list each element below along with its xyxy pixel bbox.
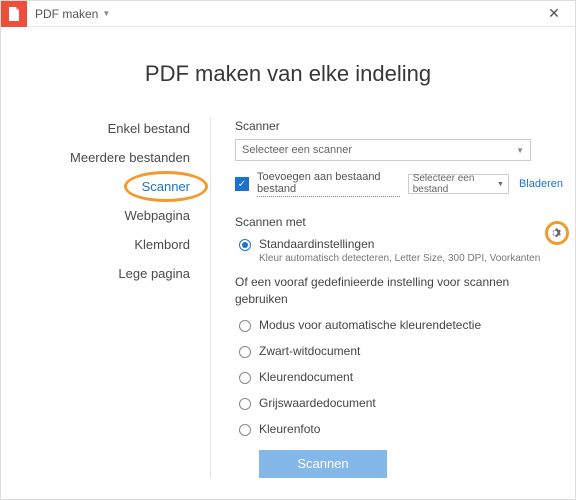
radio-input[interactable] [239, 239, 251, 251]
radio-input[interactable] [239, 320, 251, 332]
browse-link[interactable]: Bladeren [519, 178, 563, 190]
sidebar-item-clipboard[interactable]: Klembord [134, 237, 190, 252]
radio-preset-color-doc[interactable]: Kleurendocument [235, 370, 563, 384]
settings-button[interactable] [545, 221, 569, 245]
radio-label: Modus voor automatische kleurendetectie [259, 318, 481, 332]
radio-label: Zwart-witdocument [259, 344, 360, 358]
titlebar: PDF maken ▼ ✕ [1, 1, 575, 27]
sidebar-item-label: Scanner [142, 179, 190, 194]
sidebar-item-label: Meerdere bestanden [70, 150, 190, 165]
window-title-text: PDF maken [35, 7, 98, 21]
sidebar-item-multiple-files[interactable]: Meerdere bestanden [70, 150, 190, 165]
pdf-icon [6, 6, 22, 22]
scanner-panel: Scanner Selecteer een scanner ▼ ✓ Toevoe… [211, 117, 563, 478]
chevron-down-icon: ▼ [516, 146, 524, 155]
radio-label: Kleurenfoto [259, 422, 320, 436]
scanner-field-label: Scanner [235, 119, 563, 133]
scan-button-label: Scannen [297, 456, 348, 471]
app-icon [1, 1, 27, 27]
predefined-text: Of een vooraf gedefinieerde instelling v… [235, 274, 563, 308]
close-icon: ✕ [548, 5, 560, 22]
content: Enkel bestand Meerdere bestanden Scanner… [1, 117, 575, 478]
sidebar-item-blank-page[interactable]: Lege pagina [118, 266, 190, 281]
sidebar-item-scanner[interactable]: Scanner [142, 179, 190, 194]
chevron-down-icon: ▼ [102, 9, 110, 18]
radio-input[interactable] [239, 424, 251, 436]
radio-input[interactable] [239, 398, 251, 410]
window-title[interactable]: PDF maken ▼ [35, 7, 110, 21]
radio-label: Grijswaardedocument [259, 396, 376, 410]
radio-preset-grayscale[interactable]: Grijswaardedocument [235, 396, 563, 410]
radio-input[interactable] [239, 372, 251, 384]
append-label: Toevoegen aan bestaand bestand [257, 171, 400, 197]
radio-label: Kleurendocument [259, 370, 353, 384]
file-select-value: Selecteer een bestand [413, 173, 497, 195]
sidebar-item-webpage[interactable]: Webpagina [124, 208, 190, 223]
radio-preset-color-photo[interactable]: Kleurenfoto [235, 422, 563, 436]
sidebar-item-label: Lege pagina [118, 266, 190, 281]
check-icon: ✓ [238, 179, 246, 190]
radio-default-settings[interactable]: Standaardinstellingen Kleur automatisch … [235, 237, 563, 264]
sidebar: Enkel bestand Meerdere bestanden Scanner… [1, 117, 211, 478]
sidebar-item-label: Enkel bestand [108, 121, 190, 136]
scanner-select-value: Selecteer een scanner [242, 144, 352, 156]
radio-label: Standaardinstellingen [259, 237, 540, 251]
scan-button[interactable]: Scannen [259, 450, 387, 478]
sidebar-item-single-file[interactable]: Enkel bestand [108, 121, 190, 136]
sidebar-item-label: Klembord [134, 237, 190, 252]
radio-description: Kleur automatisch detecteren, Letter Siz… [259, 253, 540, 264]
radio-preset-bw[interactable]: Zwart-witdocument [235, 344, 563, 358]
file-select[interactable]: Selecteer een bestand ▼ [408, 174, 509, 194]
preset-list: Modus voor automatische kleurendetectie … [235, 318, 563, 436]
radio-input[interactable] [239, 346, 251, 358]
append-row: ✓ Toevoegen aan bestaand bestand Selecte… [235, 171, 563, 197]
gear-icon [551, 227, 564, 240]
scan-with-heading: Scannen met [235, 215, 563, 229]
page-heading: PDF maken van elke indeling [1, 61, 575, 87]
scanner-select[interactable]: Selecteer een scanner ▼ [235, 139, 531, 161]
append-checkbox[interactable]: ✓ [235, 177, 249, 191]
close-button[interactable]: ✕ [539, 1, 569, 27]
sidebar-item-label: Webpagina [124, 208, 190, 223]
chevron-down-icon: ▼ [497, 181, 504, 188]
radio-preset-auto-color[interactable]: Modus voor automatische kleurendetectie [235, 318, 563, 332]
